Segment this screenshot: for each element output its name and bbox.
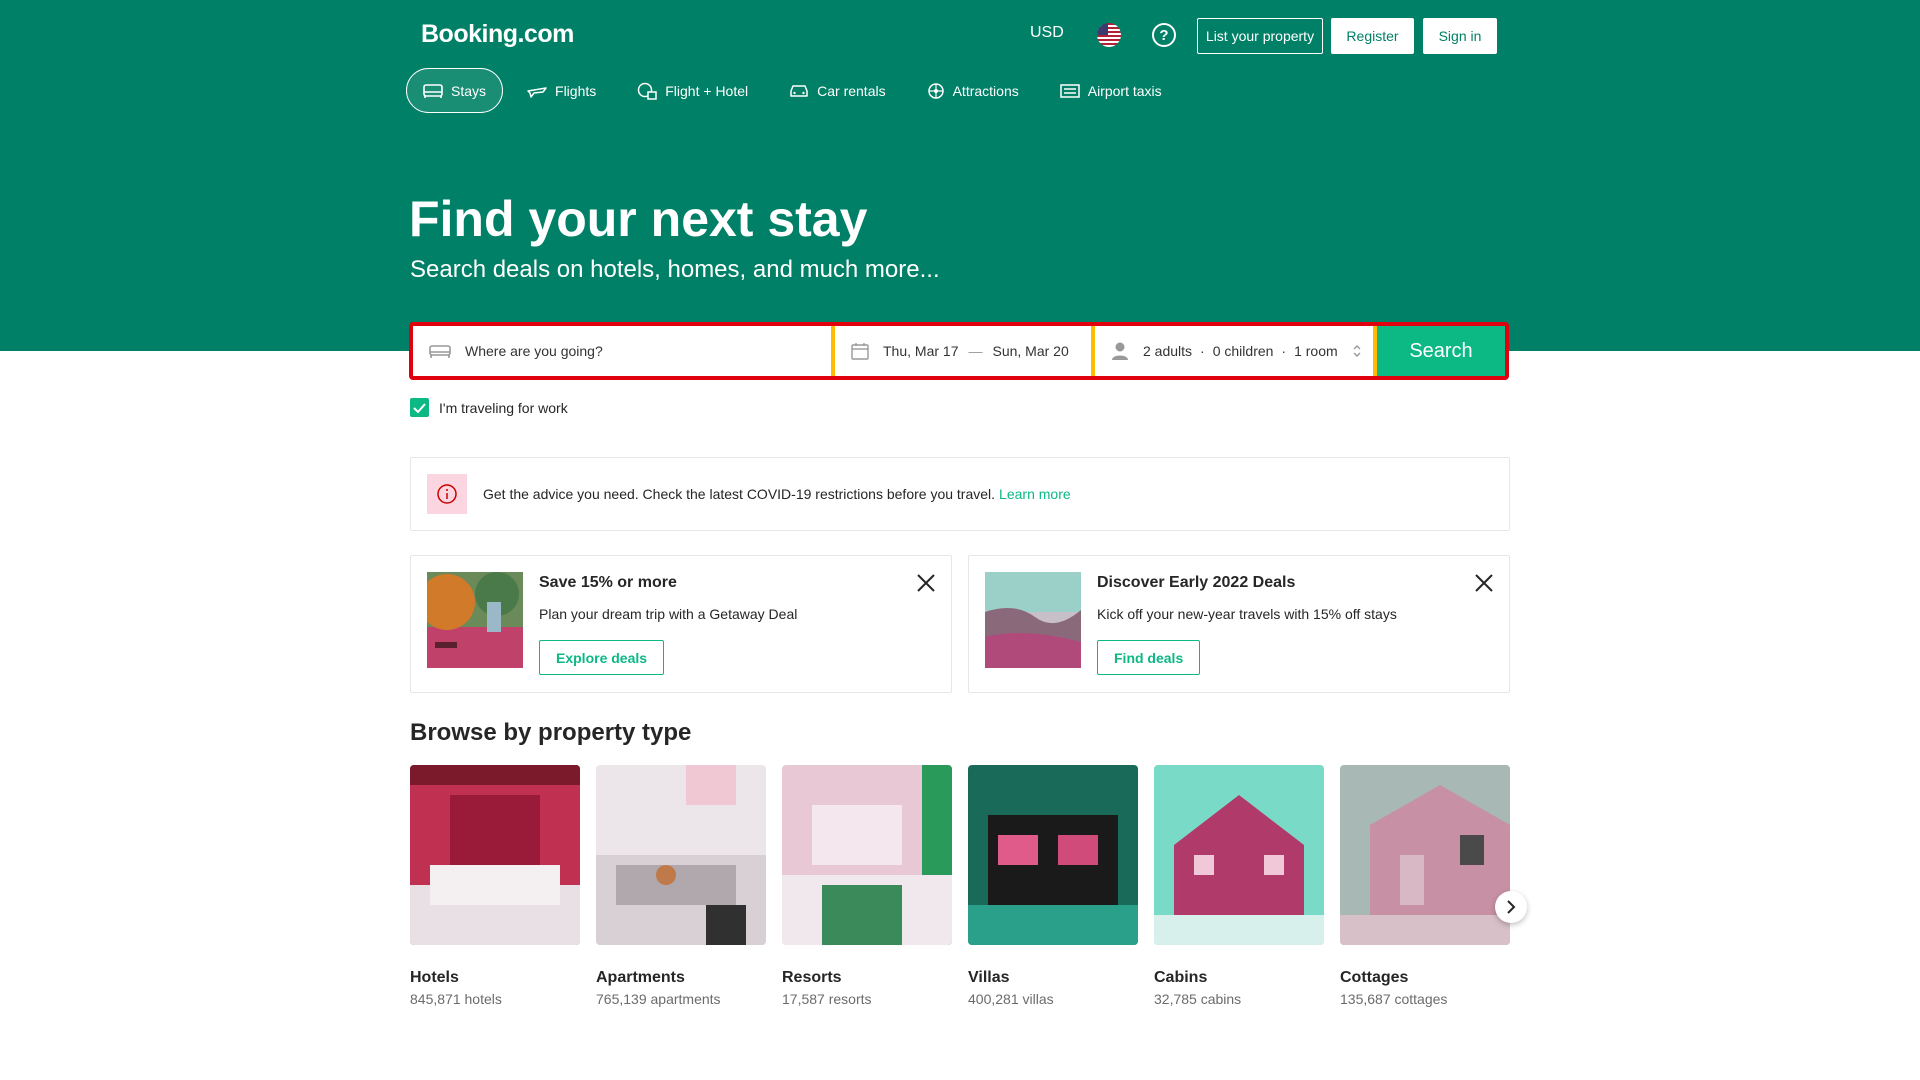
occupancy-dot: · (1200, 343, 1205, 359)
date-separator: — (968, 343, 983, 359)
property-type-count: 135,687 cottages (1340, 991, 1448, 1007)
promo-text: Kick off your new-year travels with 15% … (1097, 606, 1397, 622)
search-button[interactable]: Search (1377, 326, 1505, 376)
browse-section-title: Browse by property type (410, 719, 692, 746)
tab-stays[interactable]: Stays (406, 68, 504, 113)
tab-airport-taxis-label: Airport taxis (1087, 82, 1162, 99)
property-type-card[interactable]: Cottages 135,687 cottages (1340, 765, 1510, 1007)
check-icon (413, 402, 426, 413)
calendar-icon (851, 343, 869, 360)
tab-flights-label: Flights (555, 82, 597, 99)
chevron-right-icon (1507, 900, 1516, 914)
destination-field[interactable]: Where are you going? (413, 326, 831, 376)
promo-image-getaway (427, 572, 523, 668)
booking-logo[interactable]: Booking.com (421, 20, 574, 49)
property-type-card[interactable]: Hotels 845,871 hotels (410, 765, 580, 1007)
tab-attractions[interactable]: Attractions (910, 68, 1036, 113)
cottages-image (1340, 765, 1510, 945)
list-property-button[interactable]: List your property (1197, 18, 1323, 54)
property-type-count: 32,785 cabins (1154, 991, 1242, 1007)
promo-image-early-2022 (985, 572, 1081, 668)
hotels-image (410, 765, 580, 945)
help-icon[interactable]: ? (1152, 23, 1176, 47)
main-nav: Stays Flights Flight + Hotel Car rentals… (406, 68, 1186, 113)
sign-in-button[interactable]: Sign in (1423, 18, 1497, 54)
occupancy-dot: · (1281, 343, 1287, 359)
plane-icon (527, 86, 547, 98)
tab-attractions-label: Attractions (952, 82, 1019, 99)
checkout-date: Sun, Mar 20 (992, 343, 1069, 359)
property-type-name: Hotels (410, 969, 459, 986)
property-type-card[interactable]: Resorts 17,587 resorts (782, 765, 952, 1007)
tab-car-rentals-label: Car rentals (817, 82, 886, 99)
bed-icon (423, 83, 443, 98)
find-deals-button[interactable]: Find deals (1097, 640, 1201, 675)
info-icon (437, 484, 457, 504)
tab-stays-label: Stays (451, 82, 487, 99)
resorts-image (782, 765, 952, 945)
promo-card-getaway: Save 15% or more Plan your dream trip wi… (410, 555, 952, 693)
page-title: Find your next stay (409, 191, 868, 247)
car-icon (790, 84, 808, 97)
learn-more-link[interactable]: Learn more (999, 486, 1071, 502)
property-type-count: 765,139 apartments (596, 991, 721, 1007)
promo-text: Plan your dream trip with a Getaway Deal (539, 606, 798, 622)
hero-section (0, 0, 1920, 351)
villas-image (968, 765, 1138, 945)
property-type-name: Resorts (782, 969, 842, 986)
property-type-card[interactable]: Villas 400,281 villas (968, 765, 1138, 1007)
person-icon (1112, 342, 1128, 360)
chevron-updown-icon (1353, 345, 1361, 357)
work-travel-label: I'm traveling for work (439, 399, 568, 416)
work-travel-checkbox-row[interactable]: I'm traveling for work (410, 398, 568, 417)
covid-banner-text: Get the advice you need. Check the lates… (483, 486, 996, 502)
checkin-date: Thu, Mar 17 (883, 343, 959, 359)
covid-banner: Get the advice you need. Check the lates… (410, 457, 1510, 531)
property-type-card[interactable]: Cabins 32,785 cabins (1154, 765, 1324, 1007)
property-type-name: Villas (968, 969, 1010, 986)
tab-car-rentals[interactable]: Car rentals (772, 68, 902, 113)
close-icon[interactable] (917, 574, 935, 592)
tab-flight-hotel-label: Flight + Hotel (665, 82, 749, 99)
register-button[interactable]: Register (1331, 18, 1414, 54)
page-subtitle: Search deals on hotels, homes, and much … (410, 256, 940, 283)
rooms-count: 1 room (1294, 343, 1338, 359)
adults-count: 2 adults (1143, 343, 1193, 359)
search-bar: Where are you going? Thu, Mar 17 — Sun, … (409, 322, 1509, 380)
property-type-name: Cabins (1154, 969, 1208, 986)
property-type-count: 845,871 hotels (410, 991, 502, 1007)
occupancy-selector[interactable]: 2 adults · 0 children · 1 room (1095, 326, 1373, 376)
info-icon-box (427, 474, 467, 514)
promo-title: Save 15% or more (539, 574, 677, 591)
work-travel-checkbox[interactable] (410, 398, 429, 417)
property-type-card[interactable]: Apartments 765,139 apartments (596, 765, 766, 1007)
explore-deals-button[interactable]: Explore deals (539, 640, 665, 675)
date-picker[interactable]: Thu, Mar 17 — Sun, Mar 20 (835, 326, 1091, 376)
taxi-icon (1059, 83, 1080, 98)
property-type-name: Apartments (596, 969, 685, 986)
destination-placeholder: Where are you going? (465, 343, 603, 359)
bed-icon (429, 345, 451, 358)
property-type-name: Cottages (1340, 969, 1409, 986)
promo-title: Discover Early 2022 Deals (1097, 574, 1296, 591)
property-type-count: 400,281 villas (968, 991, 1054, 1007)
property-type-count: 17,587 resorts (782, 991, 872, 1007)
tab-flights[interactable]: Flights (510, 68, 613, 113)
tab-airport-taxis[interactable]: Airport taxis (1043, 68, 1179, 113)
tab-flight-hotel[interactable]: Flight + Hotel (620, 68, 765, 113)
apartments-image (596, 765, 766, 945)
flight-hotel-icon (638, 82, 657, 100)
promo-card-early-2022: Discover Early 2022 Deals Kick off your … (968, 555, 1510, 693)
cabins-image (1154, 765, 1324, 945)
children-count: 0 children (1212, 343, 1274, 359)
close-icon[interactable] (1475, 574, 1493, 592)
currency-selector[interactable]: USD (1030, 24, 1064, 42)
carousel-next-button[interactable] (1495, 891, 1527, 923)
attractions-icon (927, 82, 944, 99)
us-flag-icon[interactable] (1097, 23, 1121, 47)
